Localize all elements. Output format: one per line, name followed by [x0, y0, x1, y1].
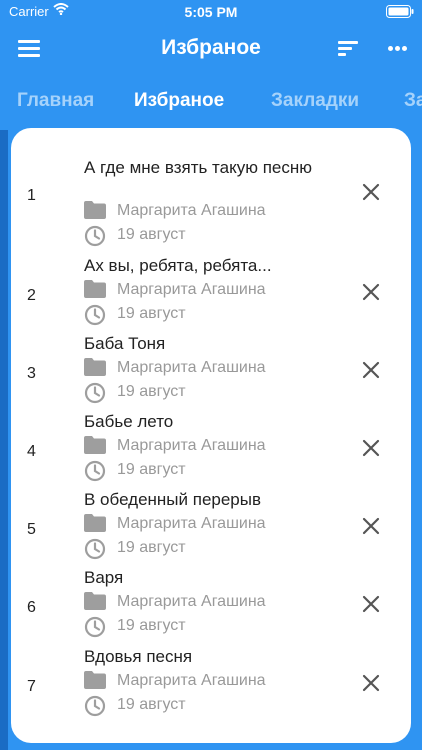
close-icon[interactable]: [361, 438, 381, 458]
item-author: Маргарита Агашина: [117, 515, 266, 532]
item-date: 19 август: [117, 383, 186, 400]
close-icon[interactable]: [361, 594, 381, 614]
favorites-list: 1 А где мне взять такую песню Маргарита …: [11, 128, 411, 743]
item-title: Вдовья песня: [84, 647, 193, 666]
folder-icon: [84, 514, 106, 532]
list-item[interactable]: 2 Ах вы, ребята, ребята... Маргарита Ага…: [11, 255, 411, 333]
close-icon[interactable]: [361, 182, 381, 202]
list-item[interactable]: 5 В обеденный перерыв Маргарита Агашина …: [11, 489, 411, 567]
item-author: Маргарита Агашина: [117, 202, 266, 219]
clock-icon: [84, 460, 106, 482]
item-date: 19 август: [117, 539, 186, 556]
item-author: Маргарита Агашина: [117, 672, 266, 689]
list-item[interactable]: 3 Баба Тоня Маргарита Агашина 19 август: [11, 333, 411, 411]
item-number: 7: [27, 678, 36, 695]
sort-icon[interactable]: [338, 41, 360, 57]
close-icon[interactable]: [361, 282, 381, 302]
folder-icon: [84, 358, 106, 376]
more-icon[interactable]: [388, 46, 408, 52]
item-author: Маргарита Агашина: [117, 359, 266, 376]
item-date: 19 август: [117, 226, 186, 243]
item-date: 19 август: [117, 461, 186, 478]
folder-icon: [84, 592, 106, 610]
list-item[interactable]: 7 Вдовья песня Маргарита Агашина 19 авгу…: [11, 646, 411, 724]
item-title: Бабье лето: [84, 412, 174, 431]
folder-icon: [84, 280, 106, 298]
clock-icon: [84, 538, 106, 560]
list-item[interactable]: 4 Бабье лето Маргарита Агашина 19 август: [11, 411, 411, 489]
tab-bookmarks[interactable]: Закладки: [271, 90, 359, 112]
item-date: 19 август: [117, 617, 186, 634]
item-number: 4: [27, 443, 36, 460]
tab-main[interactable]: Главная: [17, 90, 94, 112]
item-author: Маргарита Агашина: [117, 593, 266, 610]
item-title: В обеденный перерыв: [84, 490, 262, 509]
close-icon[interactable]: [361, 360, 381, 380]
item-title: Ах вы, ребята, ребята...: [84, 256, 272, 275]
clock-icon: [84, 616, 106, 638]
item-number: 6: [27, 599, 36, 616]
navigation-bar: Избраное: [0, 26, 422, 72]
clock-icon: [84, 695, 106, 717]
item-author: Маргарита Агашина: [117, 281, 266, 298]
tab-more[interactable]: За: [404, 90, 422, 112]
status-time: 5:05 PM: [184, 4, 238, 20]
item-author: Маргарита Агашина: [117, 437, 266, 454]
close-icon[interactable]: [361, 516, 381, 536]
list-item[interactable]: 6 Варя Маргарита Агашина 19 август: [11, 567, 411, 645]
item-number: 5: [27, 521, 36, 538]
item-number: 1: [27, 187, 36, 204]
tab-bar: Главная Избраное Закладки За: [0, 82, 422, 122]
item-title: Варя: [84, 568, 124, 587]
item-title: А где мне взять такую песню: [84, 158, 313, 177]
item-date: 19 август: [117, 696, 186, 713]
folder-icon: [84, 201, 106, 219]
item-number: 2: [27, 287, 36, 304]
tab-favorites[interactable]: Избраное: [134, 90, 224, 112]
clock-icon: [84, 304, 106, 326]
item-number: 3: [27, 365, 36, 382]
item-title: Баба Тоня: [84, 334, 166, 353]
clock-icon: [84, 225, 106, 247]
folder-icon: [84, 671, 106, 689]
list-item[interactable]: 1 А где мне взять такую песню Маргарита …: [11, 155, 411, 247]
folder-icon: [84, 436, 106, 454]
status-bar: Carrier 5:05 PM: [0, 0, 422, 24]
item-date: 19 август: [117, 305, 186, 322]
close-icon[interactable]: [361, 673, 381, 693]
battery-icon: [386, 5, 414, 18]
clock-icon: [84, 382, 106, 404]
left-edge-strip: [0, 130, 8, 750]
